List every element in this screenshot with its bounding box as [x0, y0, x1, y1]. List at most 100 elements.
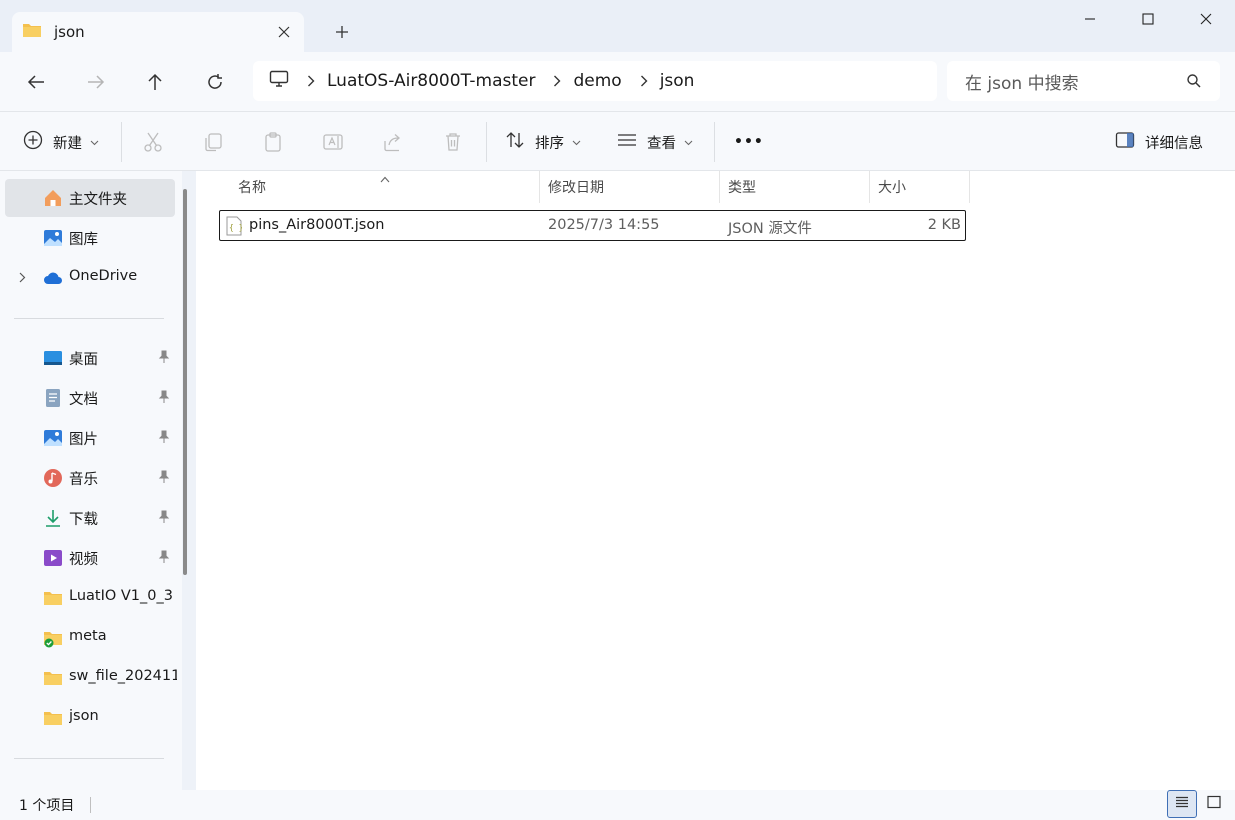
- column-header-modified[interactable]: 修改日期: [540, 171, 720, 203]
- gallery-icon: [43, 228, 63, 248]
- pin-icon[interactable]: [158, 550, 170, 568]
- sidebar-item-music[interactable]: 音乐: [5, 459, 175, 497]
- file-name[interactable]: pins_Air8000T.json: [249, 217, 384, 233]
- column-header-label: 名称: [238, 180, 266, 196]
- command-bar: 新建 排序 查看 ••• 详细信息: [0, 111, 1235, 171]
- sidebar-item-label: json: [69, 708, 99, 724]
- maximize-icon[interactable]: [1119, 0, 1177, 38]
- title-bar: json: [0, 0, 1235, 52]
- this-pc-icon[interactable]: [269, 70, 289, 92]
- address-row: LuatOS-Air8000T-master demo json 在 json …: [0, 52, 1235, 111]
- details-button-label: 详细信息: [1145, 135, 1203, 152]
- sort-button-label: 排序: [535, 135, 564, 152]
- item-count: 1 个项目: [19, 798, 75, 814]
- folder-icon: [22, 22, 42, 42]
- sidebar-item-sw-file[interactable]: sw_file_202411: [5, 659, 177, 697]
- chevron-right-icon[interactable]: [19, 271, 26, 287]
- new-button-label: 新建: [53, 135, 82, 152]
- window-controls: [1061, 0, 1235, 40]
- sidebar-item-onedrive[interactable]: OneDrive: [5, 259, 175, 297]
- sidebar-scrollbar[interactable]: [183, 189, 187, 575]
- minimize-icon[interactable]: [1061, 0, 1119, 38]
- sidebar-item-pictures[interactable]: 图片: [5, 419, 175, 457]
- sidebar-item-label: 图库: [69, 232, 98, 248]
- sidebar-divider: [14, 318, 164, 319]
- file-type: JSON 源文件: [728, 221, 812, 237]
- new-button[interactable]: 新建: [23, 124, 99, 160]
- folder-icon: [43, 588, 63, 608]
- video-icon: [43, 548, 63, 568]
- tiles-view-button[interactable]: [1199, 790, 1229, 818]
- breadcrumb-luatos[interactable]: LuatOS-Air8000T-master: [327, 71, 535, 91]
- sidebar-divider: [14, 758, 164, 759]
- details-pane-button[interactable]: 详细信息: [1115, 124, 1203, 160]
- sidebar-item-luatio[interactable]: LuatIO V1_0_3: [5, 579, 175, 617]
- breadcrumb-json[interactable]: json: [660, 71, 695, 91]
- view-button[interactable]: 查看: [617, 124, 693, 160]
- column-header-label: 大小: [878, 180, 906, 196]
- address-bar[interactable]: LuatOS-Air8000T-master demo json: [253, 61, 937, 101]
- paste-icon[interactable]: [261, 130, 285, 154]
- desktop-icon: [43, 348, 63, 368]
- share-icon[interactable]: [381, 130, 405, 154]
- document-icon: [43, 388, 63, 408]
- sidebar-item-downloads[interactable]: 下载: [5, 499, 175, 537]
- up-icon[interactable]: [139, 66, 171, 98]
- pin-icon[interactable]: [158, 510, 170, 528]
- status-divider: [90, 797, 91, 813]
- cloud-icon: [43, 268, 63, 288]
- pin-icon[interactable]: [158, 350, 170, 368]
- download-icon: [43, 508, 63, 528]
- sidebar-item-label: sw_file_202411: [69, 668, 177, 684]
- tab-json[interactable]: json: [12, 12, 304, 52]
- tab-close-icon[interactable]: [272, 20, 296, 44]
- cut-icon[interactable]: [141, 130, 165, 154]
- column-header-name[interactable]: 名称: [230, 171, 540, 203]
- sidebar-item-json[interactable]: json: [5, 699, 175, 737]
- sort-icon: [505, 130, 525, 154]
- close-window-icon[interactable]: [1177, 0, 1235, 38]
- details-pane-icon: [1115, 131, 1135, 153]
- details-view-icon: [1174, 795, 1190, 813]
- sidebar-item-desktop[interactable]: 桌面: [5, 339, 175, 377]
- sidebar-item-gallery[interactable]: 图库: [5, 219, 175, 257]
- file-list: 名称 修改日期 类型 大小 { } pins_Air8000T.json 202…: [196, 171, 1235, 790]
- pin-icon[interactable]: [158, 390, 170, 408]
- column-header-type[interactable]: 类型: [720, 171, 870, 203]
- column-header-size[interactable]: 大小: [870, 171, 970, 203]
- sidebar-item-label: meta: [69, 628, 107, 644]
- forward-icon[interactable]: [80, 66, 112, 98]
- sidebar-item-label: LuatIO V1_0_3: [69, 588, 173, 604]
- more-options-button[interactable]: •••: [734, 124, 764, 160]
- sort-button[interactable]: 排序: [505, 124, 581, 160]
- table-row[interactable]: { } pins_Air8000T.json 2025/7/3 14:55 JS…: [219, 210, 966, 241]
- sidebar-item-videos[interactable]: 视频: [5, 539, 175, 577]
- refresh-icon[interactable]: [199, 66, 231, 98]
- details-view-button[interactable]: [1167, 790, 1197, 818]
- sidebar-item-documents[interactable]: 文档: [5, 379, 175, 417]
- chevron-down-icon: [572, 134, 581, 150]
- sidebar-item-meta[interactable]: meta: [5, 619, 175, 657]
- home-icon: [43, 188, 63, 208]
- chevron-right-icon[interactable]: [307, 75, 315, 87]
- new-tab-button[interactable]: [328, 20, 356, 44]
- chevron-right-icon[interactable]: [553, 75, 561, 87]
- breadcrumb-demo[interactable]: demo: [573, 71, 621, 91]
- music-icon: [43, 468, 63, 488]
- sidebar-item-label: OneDrive: [69, 268, 138, 284]
- chevron-right-icon[interactable]: [640, 75, 648, 87]
- search-input[interactable]: 在 json 中搜索: [947, 61, 1220, 101]
- toolbar-divider: [714, 122, 715, 162]
- delete-icon[interactable]: [441, 130, 465, 154]
- copy-icon[interactable]: [201, 130, 225, 154]
- folder-icon: [43, 708, 63, 728]
- pin-icon[interactable]: [158, 470, 170, 488]
- rename-icon[interactable]: [321, 130, 345, 154]
- navigation-pane: 主文件夹 图库 OneDrive 桌面 文档 图片 音乐 下载 视频 LuatI…: [0, 171, 182, 790]
- back-icon[interactable]: [20, 66, 52, 98]
- chevron-down-icon: [90, 134, 99, 150]
- pin-icon[interactable]: [158, 430, 170, 448]
- search-icon[interactable]: [1186, 73, 1202, 93]
- column-header-label: 类型: [728, 180, 756, 196]
- sidebar-item-home[interactable]: 主文件夹: [5, 179, 175, 217]
